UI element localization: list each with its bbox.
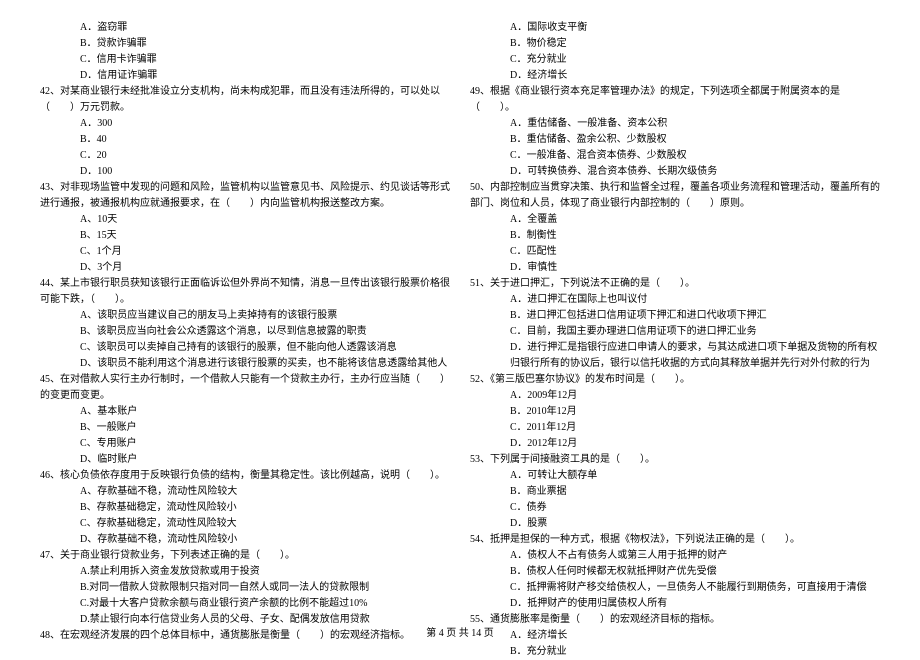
q49-option-c: C．一般准备、混合资本债券、少数股权 [470,148,880,164]
q43-text: 43、对非现场监管中发现的问题和风险，监管机构以监管意见书、风险提示、约见谈话等… [40,180,450,212]
q52-option-d: D．2012年12月 [470,436,880,452]
q41-option-a: A．盗窃罪 [40,20,450,36]
q48-option-c: C．充分就业 [470,52,880,68]
q53-option-c: C．债券 [470,500,880,516]
q42-option-a: A．300 [40,116,450,132]
q42-option-b: B．40 [40,132,450,148]
q54-option-d: D．抵押财产的使用归属债权人所有 [470,596,880,612]
q50-option-c: C．匹配性 [470,244,880,260]
q42-option-d: D．100 [40,164,450,180]
q46-option-b: B、存款基础稳定，流动性风险较小 [40,500,450,516]
q44-text: 44、某上市银行职员获知该银行正面临诉讼但外界尚不知情，消息一旦传出该银行股票价… [40,276,450,308]
q45-option-d: D、临时账户 [40,452,450,468]
q50-option-b: B．制衡性 [470,228,880,244]
q42-text: 42、对某商业银行未经批准设立分支机构，尚未构成犯罪，而且没有违法所得的，可以处… [40,84,450,116]
left-column: A．盗窃罪 B．贷款诈骗罪 C．信用卡诈骗罪 D．信用证诈骗罪 42、对某商业银… [40,20,450,610]
q54-option-a: A．债权人不占有债务人或第三人用于抵押的财产 [470,548,880,564]
q46-option-d: D、存款基础不稳，流动性风险较小 [40,532,450,548]
q50-text: 50、内部控制应当贯穿决策、执行和监督全过程，覆盖各项业务流程和管理活动，覆盖所… [470,180,880,212]
q43-option-d: D、3个月 [40,260,450,276]
q45-text: 45、在对借款人实行主办行制时，一个借款人只能有一个贷款主办行，主办行应当随（ … [40,372,450,404]
q48-option-b: B．物价稳定 [470,36,880,52]
page-content: A．盗窃罪 B．贷款诈骗罪 C．信用卡诈骗罪 D．信用证诈骗罪 42、对某商业银… [40,20,880,610]
q45-option-b: B、一般账户 [40,420,450,436]
q46-option-c: C、存款基础稳定，流动性风险较大 [40,516,450,532]
q54-option-c: C．抵押需将财产移交给债权人，一旦债务人不能履行到期债务，可直接用于清偿 [470,580,880,596]
q51-text: 51、关于进口押汇，下列说法不正确的是（ ）。 [470,276,880,292]
q43-option-c: C、1个月 [40,244,450,260]
q45-option-a: A、基本账户 [40,404,450,420]
q47-option-b: B.对同一借款人贷款限制只指对同一自然人或同一法人的贷款限制 [40,580,450,596]
q41-option-c: C．信用卡诈骗罪 [40,52,450,68]
q53-text: 53、下列属于间接融资工具的是（ ）。 [470,452,880,468]
q51-option-a: A．进口押汇在国际上也叫议付 [470,292,880,308]
q45-option-c: C、专用账户 [40,436,450,452]
q48-option-a: A．国际收支平衡 [470,20,880,36]
q48-option-d: D．经济增长 [470,68,880,84]
q41-option-d: D．信用证诈骗罪 [40,68,450,84]
q49-option-a: A．重估储备、一般准备、资本公积 [470,116,880,132]
q47-text: 47、关于商业银行贷款业务，下列表述正确的是（ ）。 [40,548,450,564]
q43-option-a: A、10天 [40,212,450,228]
q53-option-d: D．股票 [470,516,880,532]
q53-option-a: A．可转让大额存单 [470,468,880,484]
q46-text: 46、核心负债依存度用于反映银行负债的结构，衡量其稳定性。该比例越高，说明（ ）… [40,468,450,484]
q52-option-a: A．2009年12月 [470,388,880,404]
q49-option-d: D．可转换债券、混合资本债券、长期次级债务 [470,164,880,180]
q42-option-c: C．20 [40,148,450,164]
q49-option-b: B．重估储备、盈余公积、少数股权 [470,132,880,148]
q52-option-b: B．2010年12月 [470,404,880,420]
q46-option-a: A、存款基础不稳，流动性风险较大 [40,484,450,500]
q52-option-c: C．2011年12月 [470,420,880,436]
q50-option-d: D．审慎性 [470,260,880,276]
page-footer: 第 4 页 共 14 页 [0,626,920,642]
q44-option-c: C、该职员可以卖掉自己持有的该银行的股票，但不能向他人透露该消息 [40,340,450,356]
q53-option-b: B．商业票据 [470,484,880,500]
q44-option-a: A、该职员应当建议自己的朋友马上卖掉持有的该银行股票 [40,308,450,324]
q44-option-b: B、该职员应当向社会公众透露这个消息，以尽到信息披露的职责 [40,324,450,340]
right-column: A．国际收支平衡 B．物价稳定 C．充分就业 D．经济增长 49、根据《商业银行… [470,20,880,610]
q54-text: 54、抵押是担保的一种方式，根据《物权法》，下列说法正确的是（ ）。 [470,532,880,548]
q44-option-d: D、该职员不能利用这个消息进行该银行股票的买卖，也不能将该信息透露给其他人 [40,356,450,372]
q55-option-b: B．充分就业 [470,644,880,660]
q50-option-a: A．全覆盖 [470,212,880,228]
q52-text: 52、《第三版巴塞尔协议》的发布时间是（ ）。 [470,372,880,388]
q54-option-b: B．债权人任何时候都无权就抵押财产优先受偿 [470,564,880,580]
q43-option-b: B、15天 [40,228,450,244]
q51-option-d: D．进行押汇是指银行应进口申请人的要求，与其达成进口项下单据及货物的所有权归银行… [470,340,880,372]
q47-option-a: A.禁止利用拆入资金发放贷款或用于投资 [40,564,450,580]
q51-option-b: B．进口押汇包括进口信用证项下押汇和进口代收项下押汇 [470,308,880,324]
q49-text: 49、根据《商业银行资本充足率管理办法》的规定，下列选项全都属于附属资本的是（ … [470,84,880,116]
q51-option-c: C．目前，我国主要办理进口信用证项下的进口押汇业务 [470,324,880,340]
q41-option-b: B．贷款诈骗罪 [40,36,450,52]
q47-option-c: C.对最十大客户贷款余额与商业银行资产余额的比例不能超过10% [40,596,450,612]
